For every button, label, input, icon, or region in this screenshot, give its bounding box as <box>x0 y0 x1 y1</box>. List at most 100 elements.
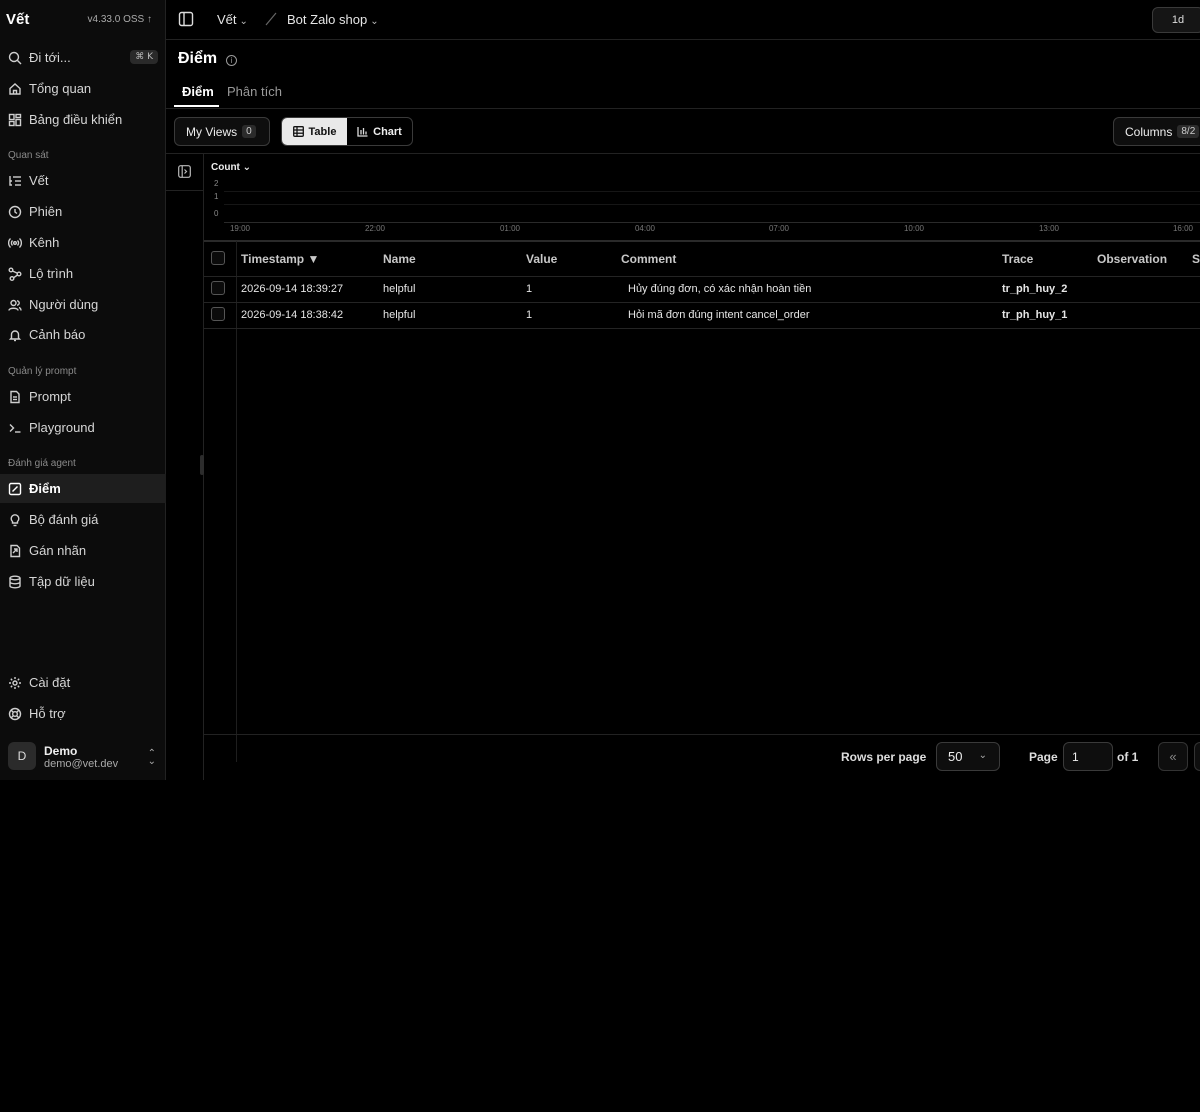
bell-icon <box>8 328 22 342</box>
score-icon <box>8 482 22 496</box>
table-view-button[interactable]: Table <box>282 118 347 145</box>
user-menu[interactable]: D Demo demo@vet.dev ⌃ ⌄ <box>0 736 166 780</box>
breadcrumb-project[interactable]: Bot Zalo shop ⌄ <box>287 12 379 27</box>
tab-analytics[interactable]: Phân tích <box>227 84 282 99</box>
sidebar-item-dashboards[interactable]: Bảng điều khiển <box>0 105 166 134</box>
x-tick-label: 07:00 <box>768 224 790 233</box>
column-header-value[interactable]: Value <box>526 252 557 266</box>
sidebar-item-label: Cài đặt <box>29 675 71 690</box>
tab-scores[interactable]: Điểm <box>182 84 214 99</box>
user-name: Demo <box>44 744 78 758</box>
page-title: Điểm <box>178 50 218 67</box>
cell-timestamp: 2026-09-14 18:38:42 <box>241 309 344 321</box>
x-tick-label: 10:00 <box>903 224 925 233</box>
sidebar-item-label: Người dùng <box>29 297 99 312</box>
columns-button[interactable]: Columns 8/2 <box>1113 117 1200 146</box>
brand-row: Vết v4.33.0 OSS ↑ <box>0 0 166 40</box>
sidebar-item-annotation[interactable]: Gán nhãn <box>0 536 166 565</box>
sidebar-item-prompt[interactable]: Prompt <box>0 382 166 411</box>
my-views-button[interactable]: My Views 0 <box>174 117 270 146</box>
section-observe: Quan sát <box>8 150 49 161</box>
dashboard-icon <box>8 113 22 127</box>
chevron-down-icon: ⌄ <box>978 750 987 761</box>
sidebar-item-sessions[interactable]: Phiên <box>0 197 166 226</box>
terminal-icon <box>8 421 22 435</box>
sidebar-item-label: Tập dữ liệu <box>29 574 95 589</box>
table-icon <box>292 126 304 137</box>
sidebar-item-evaluators[interactable]: Bộ đánh giá <box>0 505 166 534</box>
x-axis <box>224 222 1200 223</box>
divider <box>204 328 1200 329</box>
column-header-timestamp[interactable]: Timestamp ▼ <box>241 252 319 266</box>
chart-view-button[interactable]: Chart <box>347 118 412 145</box>
grid-line <box>224 191 1200 192</box>
my-views-label: My Views <box>186 124 238 139</box>
brand-logo[interactable]: Vết <box>6 11 29 28</box>
rows-per-page-select[interactable]: 50 ⌄ <box>936 742 1000 771</box>
sidebar-item-overview[interactable]: Tổng quan <box>0 74 166 103</box>
sidebar-item-label: Gán nhãn <box>29 543 87 558</box>
sidebar-item-scores[interactable]: Điểm <box>0 474 166 503</box>
sidebar-item-alerts[interactable]: Cảnh báo <box>0 320 166 349</box>
chevrons-up-down-icon: ⌃ ⌄ <box>147 748 156 767</box>
row-checkbox[interactable] <box>211 307 225 321</box>
cell-name: helpful <box>383 309 416 321</box>
rows-per-page-value: 50 <box>948 749 963 764</box>
chart-view-label: Chart <box>373 125 402 138</box>
section-eval: Đánh giá agent <box>8 458 76 469</box>
route-icon <box>8 267 22 281</box>
resize-handle[interactable] <box>200 455 204 475</box>
sidebar-item-traces[interactable]: Vết <box>0 166 166 195</box>
database-icon <box>8 575 22 589</box>
grid-line <box>224 204 1200 205</box>
sidebar-item-routes[interactable]: Lộ trình <box>0 259 166 288</box>
column-header-trace[interactable]: Trace <box>1002 252 1033 266</box>
sidebar-item-label: Kênh <box>29 235 60 250</box>
chevrons-left-icon: « <box>1169 749 1177 764</box>
panel-expand-icon[interactable] <box>178 165 191 178</box>
rows-per-page-label: Rows per page <box>841 750 927 764</box>
column-header-observation[interactable]: Observation <box>1097 252 1167 266</box>
version-label[interactable]: v4.33.0 OSS ↑ <box>88 14 152 25</box>
clock-icon <box>8 205 22 219</box>
sidebar-item-settings[interactable]: Cài đặt <box>0 668 166 697</box>
sidebar-item-label: Bảng điều khiển <box>29 112 123 127</box>
sidebar-item-playground[interactable]: Playground <box>0 413 166 442</box>
time-range-button[interactable]: 1d <box>1152 7 1200 33</box>
table-view-label: Table <box>308 125 337 138</box>
chart-metric-selector[interactable]: Count ⌄ <box>211 162 251 173</box>
sidebar-toggle-icon[interactable] <box>178 11 194 27</box>
sidebar-item-label: Prompt <box>29 389 71 404</box>
cell-trace-link[interactable]: tr_ph_huy_2 <box>1002 283 1067 295</box>
x-tick-label: 16:00 <box>1172 224 1194 233</box>
goto-search[interactable]: Đi tới... ⌘ K <box>0 43 166 72</box>
column-header-truncated[interactable]: S <box>1192 252 1200 266</box>
app-window: Vết v4.33.0 OSS ↑ Đi tới... ⌘ K Tổng qua… <box>0 0 1200 780</box>
breadcrumb-traces[interactable]: Vết ⌄ <box>217 12 248 27</box>
x-tick-label: 13:00 <box>1038 224 1060 233</box>
sidebar-item-support[interactable]: Hỗ trợ <box>0 699 166 728</box>
sidebar: Vết v4.33.0 OSS ↑ Đi tới... ⌘ K Tổng qua… <box>0 0 166 780</box>
cell-trace-link[interactable]: tr_ph_huy_1 <box>1002 309 1067 321</box>
sidebar-item-users[interactable]: Người dùng <box>0 290 166 319</box>
divider <box>204 734 1200 735</box>
bar-chart-icon <box>357 127 368 137</box>
sidebar-item-datasets[interactable]: Tập dữ liệu <box>0 567 166 596</box>
arrow-up-icon: ↑ <box>147 14 152 25</box>
first-page-button[interactable]: « <box>1158 742 1188 771</box>
page-number-input[interactable] <box>1063 742 1113 771</box>
prev-page-button[interactable] <box>1194 742 1200 771</box>
sidebar-item-channels[interactable]: Kênh <box>0 228 166 257</box>
column-header-comment[interactable]: Comment <box>621 252 676 266</box>
row-checkbox[interactable] <box>211 281 225 295</box>
x-tick-label: 19:00 <box>229 224 251 233</box>
divider <box>204 276 1200 277</box>
goto-label: Đi tới... <box>29 50 71 65</box>
column-header-name[interactable]: Name <box>383 252 416 266</box>
info-icon[interactable]: i <box>226 55 237 66</box>
section-prompt: Quản lý prompt <box>8 366 77 377</box>
cell-value: 1 <box>526 283 533 295</box>
chevron-down-icon: ⌄ <box>242 162 252 173</box>
select-all-checkbox[interactable] <box>211 251 225 265</box>
shortcut-badge: ⌘ K <box>130 50 158 64</box>
